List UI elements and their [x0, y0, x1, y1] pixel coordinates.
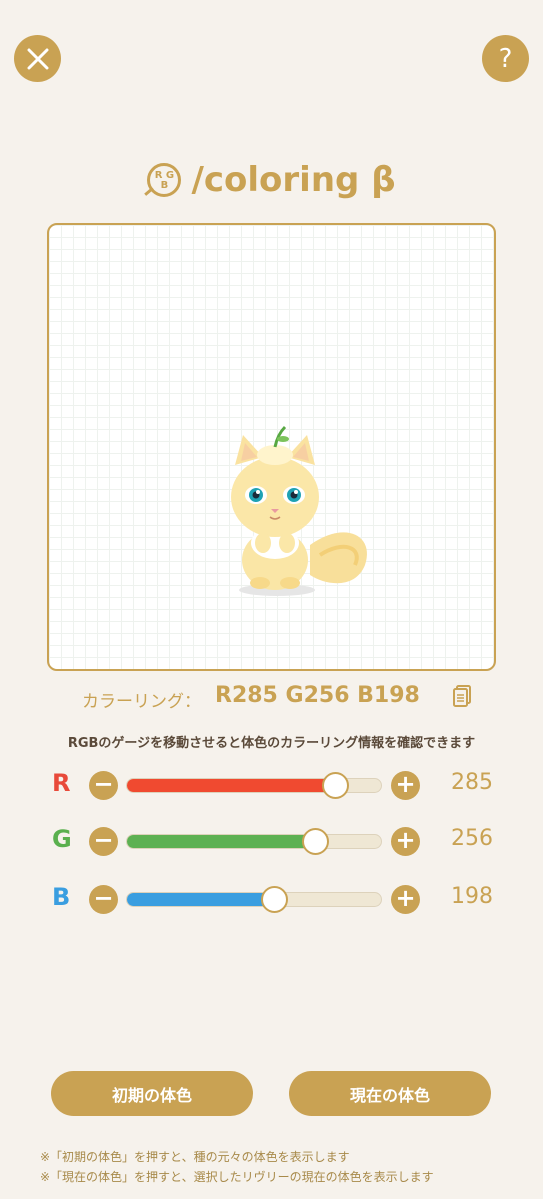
- slider-row-r: R − + 285: [0, 766, 543, 806]
- g-value: 256: [451, 826, 493, 851]
- note-current: ※「現在の体色」を押すと、選択したリヴリーの現在の体色を表示します: [40, 1170, 434, 1184]
- title-text: /coloring β: [191, 160, 396, 200]
- g-plus-button[interactable]: +: [391, 827, 420, 856]
- channel-letter-r: R: [52, 769, 71, 797]
- r-slider-track[interactable]: [126, 772, 382, 799]
- color-ring-value: R285 G256 B198: [215, 683, 420, 708]
- close-icon: [27, 48, 48, 69]
- channel-letter-g: G: [52, 825, 72, 853]
- b-slider-track[interactable]: [126, 886, 382, 913]
- livly-character-image: [215, 425, 380, 610]
- close-button[interactable]: [14, 35, 61, 82]
- b-slider-fill: [127, 893, 275, 906]
- b-value: 198: [451, 884, 493, 909]
- note-initial: ※「初期の体色」を押すと、種の元々の体色を表示します: [40, 1150, 350, 1164]
- copy-icon[interactable]: [453, 685, 471, 707]
- rgb-badge-icon: R G B: [147, 163, 182, 197]
- g-slider-fill: [127, 835, 315, 848]
- initial-color-button[interactable]: 初期の体色: [51, 1071, 253, 1116]
- color-ring-row: カラーリング： R285 G256 B198: [0, 683, 543, 712]
- slider-row-g: G − + 256: [0, 822, 543, 862]
- r-plus-button[interactable]: +: [391, 771, 420, 800]
- b-plus-button[interactable]: +: [391, 885, 420, 914]
- g-slider-thumb[interactable]: [301, 828, 329, 855]
- current-color-button[interactable]: 現在の体色: [289, 1071, 491, 1116]
- g-slider-track[interactable]: [126, 828, 382, 855]
- b-slider-thumb[interactable]: [261, 886, 289, 913]
- slider-row-b: B − + 198: [0, 880, 543, 920]
- r-slider-fill: [127, 779, 336, 792]
- preview-canvas: [47, 223, 496, 671]
- page-title: R G B /coloring β: [0, 160, 543, 200]
- rgb-badge-text: R G B: [154, 170, 175, 191]
- r-slider-thumb[interactable]: [322, 772, 350, 799]
- hint-text: RGBのゲージを移動させると体色のカラーリング情報を確認できます: [67, 736, 476, 751]
- channel-letter-b: B: [52, 883, 71, 911]
- help-button[interactable]: ?: [482, 35, 529, 82]
- r-minus-button[interactable]: −: [89, 771, 118, 800]
- g-minus-button[interactable]: −: [89, 827, 118, 856]
- r-value: 285: [451, 770, 493, 795]
- b-minus-button[interactable]: −: [89, 885, 118, 914]
- color-ring-label: カラーリング：: [82, 692, 201, 712]
